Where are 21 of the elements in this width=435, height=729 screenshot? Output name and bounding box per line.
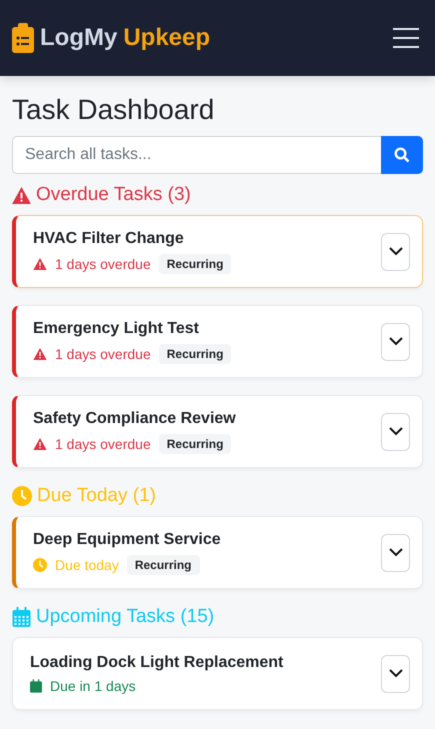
search-field[interactable]: Search all tasks... (12, 136, 381, 174)
task-name: Deep Equipment Service (33, 530, 221, 548)
due-status: 1 days overdue (55, 256, 151, 272)
due-status: Due today (55, 556, 119, 572)
task-name: Emergency Light Test (33, 320, 200, 338)
due-status: Due in 1 days (50, 678, 136, 694)
recurring-tag: Recurring (158, 344, 232, 364)
section-heading: Due Today (1) (37, 485, 156, 507)
due-status: 1 days overdue (55, 436, 151, 452)
recurring-tag: Recurring (158, 434, 232, 454)
recurring-tag: Recurring (158, 254, 232, 274)
brand-name: LogMy (40, 24, 118, 52)
section-heading: Upcoming Tasks (15) (36, 606, 214, 628)
task-name: HVAC Filter Change (33, 230, 185, 248)
brand-name-accent: Upkeep (123, 24, 210, 52)
due-status: 1 days overdue (55, 346, 151, 362)
section-heading: Overdue Tasks (3) (36, 184, 191, 206)
page-title: Task Dashboard (12, 94, 216, 126)
task-name: Safety Compliance Review (33, 410, 236, 428)
recurring-tag: Recurring (126, 554, 200, 574)
task-name: Loading Dock Light Replacement (30, 654, 284, 672)
